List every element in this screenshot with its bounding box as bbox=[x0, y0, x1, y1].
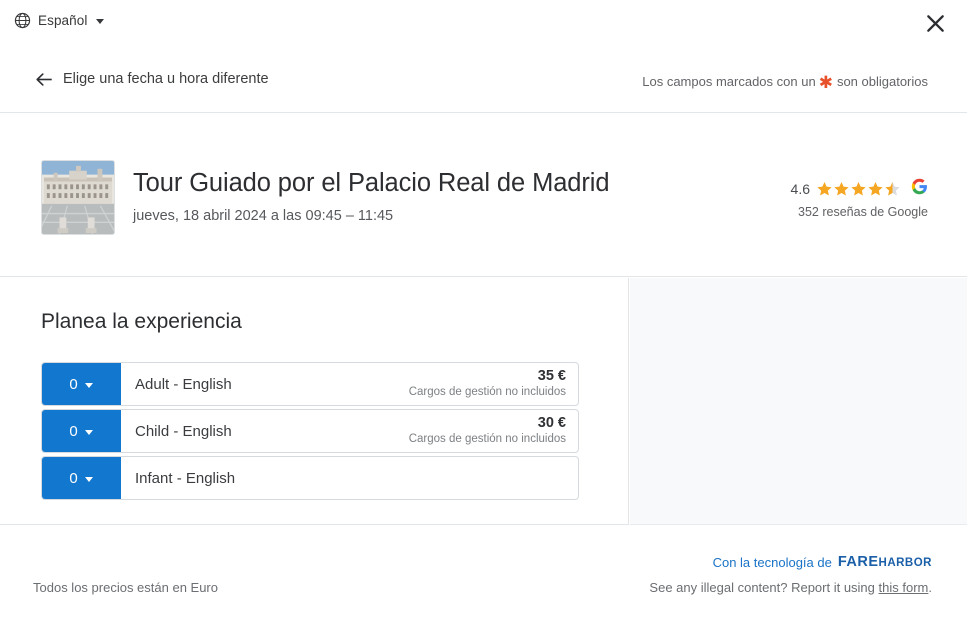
chevron-down-icon bbox=[85, 383, 93, 388]
chevron-down-icon bbox=[96, 19, 104, 24]
back-link-label: Elige una fecha u hora diferente bbox=[63, 71, 269, 87]
ticket-row: 0 Adult - English 35 € Cargos de gestión… bbox=[41, 362, 579, 406]
quantity-value: 0 bbox=[69, 423, 77, 440]
quantity-select-child[interactable]: 0 bbox=[41, 409, 121, 453]
powered-by-label: Con la tecnología de bbox=[713, 555, 832, 570]
ticket-type-list: 0 Adult - English 35 € Cargos de gestión… bbox=[41, 362, 579, 503]
report-illegal-content-note: See any illegal content? Report it using… bbox=[649, 580, 932, 595]
star-icon bbox=[816, 181, 833, 197]
rating-row: 4.6 bbox=[791, 179, 928, 199]
plan-experience-panel: Planea la experiencia 0 Adult - English … bbox=[0, 278, 629, 525]
ticket-row: 0 Infant - English bbox=[41, 456, 579, 500]
arrow-left-icon bbox=[36, 72, 53, 87]
google-rating: 4.6 bbox=[791, 179, 928, 219]
rating-count-label: 352 reseñas de Google bbox=[791, 205, 928, 219]
royal-palace-thumbnail bbox=[41, 160, 115, 235]
close-icon bbox=[924, 12, 947, 35]
quantity-select-adult[interactable]: 0 bbox=[41, 362, 121, 406]
report-note-suffix: . bbox=[928, 580, 932, 595]
sub-header: Elige una fecha u hora diferente Los cam… bbox=[0, 47, 967, 113]
report-form-link[interactable]: this form bbox=[879, 580, 929, 595]
ticket-label: Infant - English bbox=[121, 457, 566, 499]
booking-dialog: Español Elige una fecha u hora diferente bbox=[0, 0, 967, 617]
fareharbor-logo-harbor: HARBOR bbox=[879, 557, 932, 569]
ticket-price-block: 35 € Cargos de gestión no incluidos bbox=[409, 363, 578, 405]
close-button[interactable] bbox=[920, 8, 950, 38]
star-half-icon bbox=[884, 181, 901, 197]
item-datetime: jueves, 18 abril 2024 a las 09:45 – 11:4… bbox=[133, 208, 393, 224]
star-icon bbox=[850, 181, 867, 197]
quantity-value: 0 bbox=[69, 376, 77, 393]
required-fields-note: Los campos marcados con un ✱ son obligat… bbox=[642, 72, 928, 89]
ticket-price-block bbox=[566, 457, 578, 499]
required-note-suffix: son obligatorios bbox=[837, 74, 928, 89]
star-rating bbox=[816, 181, 901, 197]
page-title: Tour Guiado por el Palacio Real de Madri… bbox=[133, 169, 609, 198]
google-g-icon bbox=[911, 178, 928, 200]
ticket-price-note: Cargos de gestión no incluidos bbox=[409, 385, 566, 400]
change-date-back-link[interactable]: Elige una fecha u hora diferente bbox=[36, 71, 269, 87]
ticket-price: 35 € bbox=[538, 368, 566, 385]
item-header: Tour Guiado por el Palacio Real de Madri… bbox=[0, 113, 967, 277]
quantity-value: 0 bbox=[69, 470, 77, 487]
order-summary-panel bbox=[630, 278, 967, 525]
chevron-down-icon bbox=[85, 430, 93, 435]
quantity-select-infant[interactable]: 0 bbox=[41, 456, 121, 500]
star-icon bbox=[833, 181, 850, 197]
section-title: Planea la experiencia bbox=[41, 310, 242, 334]
fareharbor-logo-fare: FARE bbox=[838, 554, 879, 570]
language-label: Español bbox=[38, 13, 88, 28]
powered-by-fareharbor-link[interactable]: Con la tecnología de FAREHARBOR bbox=[713, 554, 932, 570]
report-note-prefix: See any illegal content? Report it using bbox=[649, 580, 874, 595]
currency-note: Todos los precios están en Euro bbox=[33, 580, 218, 595]
ticket-price-block: 30 € Cargos de gestión no incluidos bbox=[409, 410, 578, 452]
ticket-row: 0 Child - English 30 € Cargos de gestión… bbox=[41, 409, 579, 453]
fareharbor-logo: FAREHARBOR bbox=[838, 554, 932, 570]
ticket-price: 30 € bbox=[538, 415, 566, 432]
required-asterisk-icon: ✱ bbox=[819, 74, 833, 91]
globe-icon bbox=[14, 12, 31, 29]
chevron-down-icon bbox=[85, 477, 93, 482]
ticket-label: Child - English bbox=[121, 410, 409, 452]
ticket-label: Adult - English bbox=[121, 363, 409, 405]
top-bar: Español bbox=[0, 0, 967, 47]
footer: Todos los precios están en Euro Con la t… bbox=[0, 526, 967, 617]
required-note-prefix: Los campos marcados con un bbox=[642, 74, 815, 89]
ticket-price-note: Cargos de gestión no incluidos bbox=[409, 432, 566, 447]
star-icon bbox=[867, 181, 884, 197]
rating-value: 4.6 bbox=[791, 181, 810, 197]
language-selector[interactable]: Español bbox=[14, 12, 104, 29]
